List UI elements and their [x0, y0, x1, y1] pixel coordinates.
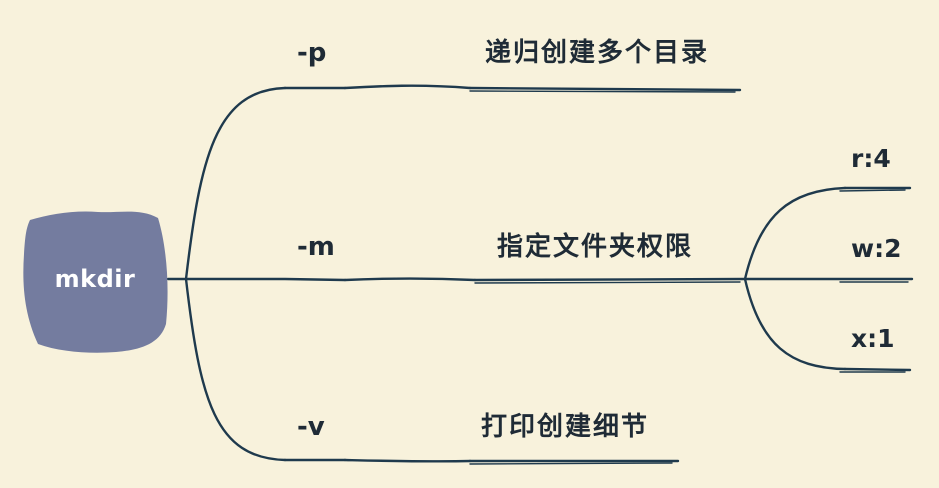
- option-v-label: -v: [297, 412, 325, 442]
- branch-p-link: [343, 84, 472, 90]
- perm-x-curve: [743, 277, 847, 371]
- option-m-description: 指定文件夹权限: [497, 232, 694, 262]
- permission-write-label: w:2: [851, 234, 902, 263]
- option-m-label: -m: [297, 232, 335, 262]
- branch-p-underline: [468, 86, 742, 92]
- branch-m-link: [343, 277, 477, 282]
- perm-r-curve: [743, 186, 847, 281]
- mind-map-canvas: mkdir -p 递归创建多个目录 -m 指定文件夹权限 -v 打印创建细节 r…: [0, 0, 939, 488]
- branch-v-link: [343, 458, 472, 463]
- perm-x-line: [843, 367, 912, 372]
- permission-execute-label: x:1: [851, 324, 895, 353]
- root-label: mkdir: [54, 265, 136, 293]
- option-p-label: -p: [297, 38, 327, 68]
- branch-m-line: [184, 277, 347, 282]
- branch-m-underline: [473, 277, 747, 282]
- option-p-description: 递归创建多个目录: [485, 38, 710, 68]
- root-node-mkdir: mkdir: [20, 204, 170, 354]
- branch-v-curve: [184, 277, 287, 462]
- option-v-description: 打印创建细节: [481, 412, 650, 442]
- branch-p-curve: [184, 86, 287, 281]
- permission-read-label: r:4: [851, 144, 891, 173]
